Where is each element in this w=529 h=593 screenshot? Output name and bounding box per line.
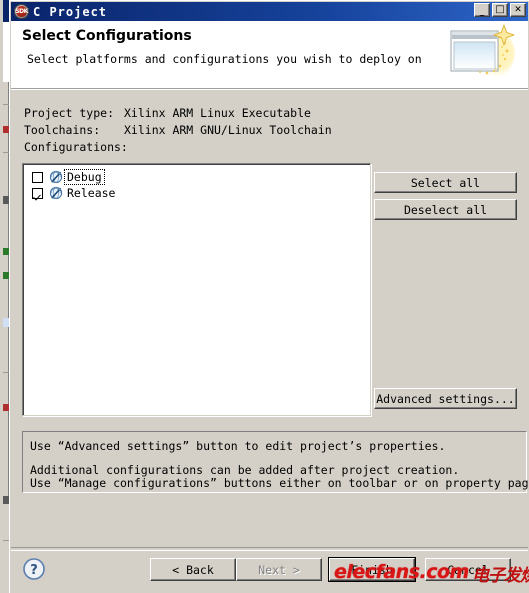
select-all-button[interactable]: Select all	[374, 172, 517, 193]
background-window-sliver	[0, 0, 9, 593]
next-button[interactable]: Next >	[236, 558, 322, 581]
help-question-icon[interactable]: ?	[22, 557, 46, 581]
project-type-label: Project type:	[24, 106, 115, 120]
sdk-badge-icon-label: SDK	[15, 8, 28, 15]
configurations-label: Configurations:	[24, 140, 128, 154]
maximize-icon: □	[495, 4, 505, 15]
page-subtitle: Select platforms and configurations you …	[27, 52, 422, 66]
list-item-label: Release	[67, 186, 116, 200]
list-item[interactable]: Release	[23, 185, 370, 201]
configuration-icon	[49, 186, 63, 200]
toolchains-row: Toolchains: Xilinx ARM GNU/Linux Toolchai…	[24, 123, 332, 137]
configuration-checkbox-debug[interactable]	[32, 171, 43, 183]
finish-button[interactable]: Finish	[329, 558, 415, 581]
header-separator	[11, 89, 528, 93]
description-line-1: Use “Advanced settings” button to edit p…	[30, 439, 446, 453]
project-type-row: Project type: Xilinx ARM Linux Executable	[24, 106, 311, 120]
back-button[interactable]: < Back	[150, 558, 236, 581]
project-type-value: Xilinx ARM Linux Executable	[124, 106, 311, 120]
svg-text:?: ?	[30, 563, 38, 578]
configuration-checkbox-release[interactable]	[32, 187, 43, 199]
list-item-label: Debug	[64, 169, 105, 185]
titlebar[interactable]: SDK C Project _ □ ✕	[11, 2, 528, 21]
page-title: Select Configurations	[22, 28, 192, 44]
wizard-header: Select Configurations Select platforms a…	[11, 21, 528, 89]
minimize-icon: _	[479, 7, 485, 17]
close-icon: ✕	[514, 5, 522, 15]
toolchains-value: Xilinx ARM GNU/Linux Toolchain	[124, 123, 332, 137]
deselect-all-button[interactable]: Deselect all	[374, 199, 517, 220]
description-panel: Use “Advanced settings” button to edit p…	[22, 431, 529, 493]
advanced-settings-button[interactable]: Advanced settings...	[374, 388, 517, 409]
cancel-button[interactable]: Cancel	[425, 558, 511, 581]
c-project-dialog: SDK C Project _ □ ✕ Select Configuration…	[9, 0, 529, 593]
maximize-button[interactable]: □	[492, 3, 508, 17]
minimize-button[interactable]: _	[474, 3, 490, 17]
footer-separator	[11, 547, 528, 551]
window-controls: _ □ ✕	[474, 3, 526, 17]
configurations-list[interactable]: Debug Release	[22, 163, 371, 416]
description-line-3: Use “Manage configurations” buttons eith…	[30, 476, 529, 490]
toolchains-label: Toolchains:	[24, 123, 101, 137]
configuration-icon	[49, 170, 63, 184]
background-body	[0, 82, 9, 502]
sdk-badge-icon: SDK	[14, 4, 29, 19]
window-title: C Project	[33, 4, 108, 19]
close-button[interactable]: ✕	[510, 3, 526, 17]
configurations-row: Configurations:	[24, 140, 128, 154]
list-item[interactable]: Debug	[23, 169, 370, 185]
new-window-sparkle-icon	[446, 23, 520, 83]
